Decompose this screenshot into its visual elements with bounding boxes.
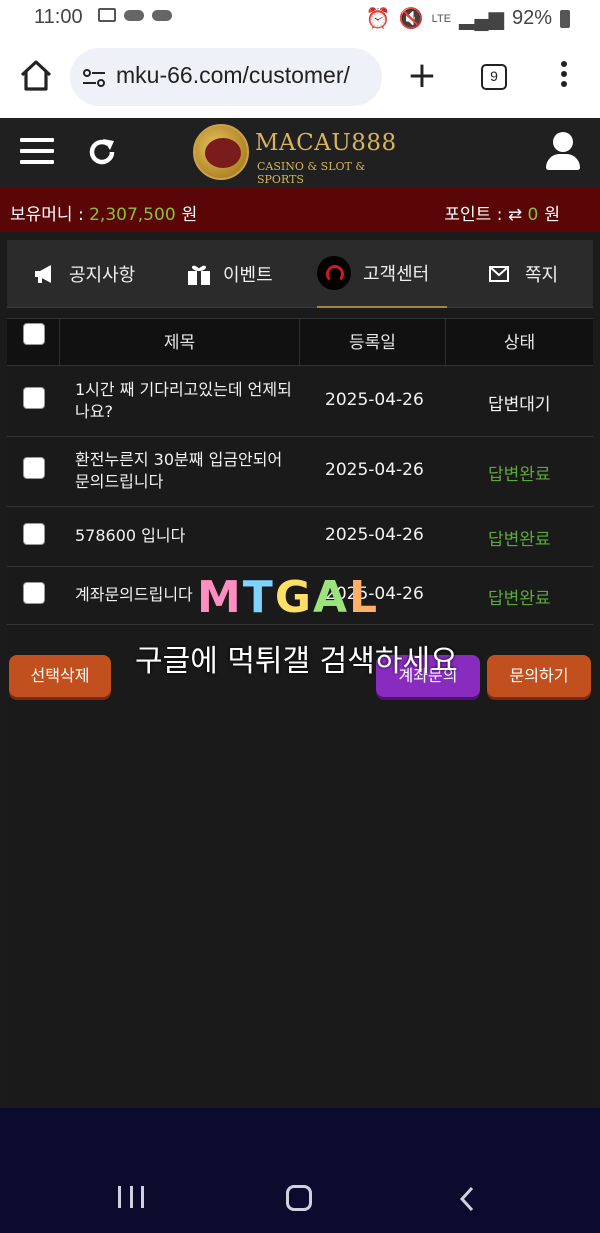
table-row[interactable]: 환전누른지 30분째 입금안되어 문의드립니다 2025-04-26 답변완료 (7, 437, 593, 507)
network-type: LTE (431, 12, 452, 25)
watermark-text: 구글에 먹튀갤 검색하세요 (135, 644, 458, 679)
mute-icon: 🔇 (398, 8, 424, 30)
new-tab-button[interactable]: + (406, 56, 438, 96)
battery-icon (560, 9, 570, 28)
system-nav-bar (0, 1108, 600, 1233)
browser-toolbar: mku-66.com/customer/ + 9 (0, 36, 600, 118)
user-icon[interactable] (546, 132, 580, 170)
refresh-icon[interactable] (86, 136, 118, 168)
status-bar: 11:00 ⏰ 🔇 LTE ▂▄▆ 92% (0, 0, 600, 36)
home-icon[interactable] (16, 56, 56, 96)
gift-icon (187, 263, 211, 285)
signal-icon: ▂▄▆ (459, 8, 504, 30)
cloud-icon (152, 9, 172, 21)
inquire-button[interactable]: 문의하기 (487, 655, 591, 697)
alarm-icon: ⏰ (365, 8, 391, 30)
row-checkbox[interactable] (23, 523, 45, 545)
delete-selected-button[interactable]: 선택삭제 (9, 655, 111, 697)
point-value: 0 (527, 205, 539, 225)
site-logo[interactable]: MACAU888 CASINO & SLOT & SPORTS (193, 122, 398, 186)
dragon-emblem-icon (193, 124, 249, 180)
row-subject[interactable]: 578600 입니다 (75, 525, 295, 547)
money-value: 2,307,500 (89, 205, 176, 225)
gallery-icon (98, 8, 116, 22)
site-settings-icon[interactable] (82, 68, 106, 88)
cloud-icon (124, 9, 144, 21)
board-tabs: 공지사항 이벤트 고객센터 쪽지 (7, 240, 593, 308)
header-status: 상태 (445, 319, 593, 367)
tab-notice[interactable]: 공지사항 (33, 240, 135, 308)
battery-level: 92% (511, 7, 552, 29)
brand-name: MACAU888 (255, 130, 397, 156)
menu-icon[interactable] (20, 138, 54, 168)
headset-icon (317, 256, 351, 290)
brand-tagline: CASINO & SLOT & SPORTS (257, 160, 366, 186)
url-text[interactable]: mku-66.com/customer/ (116, 62, 378, 89)
row-date: 2025-04-26 (325, 525, 424, 545)
status-time: 11:00 (34, 6, 83, 28)
row-status: 답변완료 (488, 465, 551, 485)
row-status: 답변완료 (488, 589, 551, 609)
balance-bar: 보유머니 : 2,307,500 원 포인트 : ⇄ 0원 (0, 188, 600, 232)
row-status: 답변완료 (488, 530, 551, 550)
header-date: 등록일 (299, 319, 445, 367)
row-subject[interactable]: 1시간 째 기다리고있는데 언제되나요? (75, 379, 295, 423)
address-bar[interactable]: mku-66.com/customer/ (70, 48, 382, 106)
point-balance: 포인트 : ⇄ 0원 (444, 205, 560, 225)
row-date: 2025-04-26 (325, 390, 424, 410)
row-checkbox[interactable] (23, 457, 45, 479)
row-subject[interactable]: 환전누른지 30분째 입금안되어 문의드립니다 (75, 449, 295, 493)
site-header: MACAU888 CASINO & SLOT & SPORTS (0, 118, 600, 188)
exchange-icon[interactable]: ⇄ (508, 205, 528, 225)
tab-event[interactable]: 이벤트 (187, 240, 273, 308)
more-menu-icon[interactable] (556, 58, 572, 96)
money-balance: 보유머니 : 2,307,500 원 (10, 205, 198, 225)
row-checkbox[interactable] (23, 582, 45, 604)
row-date: 2025-04-26 (325, 460, 424, 480)
home-nav-icon[interactable] (286, 1185, 312, 1211)
tab-customer-center[interactable]: 고객센터 (317, 240, 447, 308)
tab-messages[interactable]: 쪽지 (489, 240, 558, 308)
row-checkbox[interactable] (23, 387, 45, 409)
recent-apps-icon[interactable] (118, 1186, 144, 1208)
envelope-icon (489, 266, 509, 282)
table-row[interactable]: 1시간 째 기다리고있는데 언제되나요? 2025-04-26 답변대기 (7, 367, 593, 437)
watermark-logo: MTGAL (197, 572, 380, 623)
tab-switcher-button[interactable]: 9 (481, 64, 507, 90)
table-header: 제목 등록일 상태 (7, 318, 593, 367)
megaphone-icon (33, 263, 57, 285)
row-status: 답변대기 (488, 395, 551, 415)
select-all-checkbox[interactable] (23, 323, 45, 345)
back-icon[interactable] (458, 1186, 476, 1212)
table-row[interactable]: 578600 입니다 2025-04-26 답변완료 (7, 507, 593, 567)
header-subject: 제목 (59, 319, 299, 367)
